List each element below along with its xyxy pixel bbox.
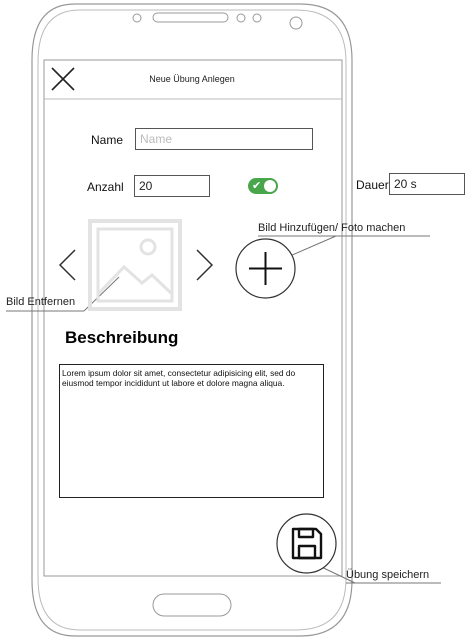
name-input[interactable] (135, 128, 313, 150)
toggle-knob (264, 180, 276, 192)
chevron-left-icon[interactable] (58, 248, 78, 282)
phone-frame (6, 3, 441, 637)
description-heading: Beschreibung (65, 328, 179, 347)
close-icon[interactable] (50, 66, 76, 92)
chevron-right-icon[interactable] (194, 248, 214, 282)
count-label: Anzahl (87, 180, 124, 194)
page-title: Neue Übung Anlegen (149, 74, 235, 84)
annotation-remove-image: Bild Entfernen (6, 296, 76, 308)
name-label: Name (91, 133, 124, 147)
description-textarea[interactable]: Lorem ipsum dolor sit amet, consectetur … (59, 364, 324, 498)
duration-input[interactable] (389, 173, 465, 195)
annotation-save: Übung speichern (346, 569, 430, 581)
count-input[interactable] (134, 175, 210, 197)
annotation-add-image: Bild Hinzufügen/ Foto machen (258, 222, 406, 234)
toggle-switch[interactable]: ✔ (248, 178, 278, 194)
duration-label: Dauer (356, 178, 389, 192)
add-image-button[interactable] (235, 238, 296, 299)
image-placeholder-icon[interactable] (88, 219, 182, 311)
save-button[interactable] (276, 513, 337, 574)
check-icon: ✔ (252, 180, 262, 192)
